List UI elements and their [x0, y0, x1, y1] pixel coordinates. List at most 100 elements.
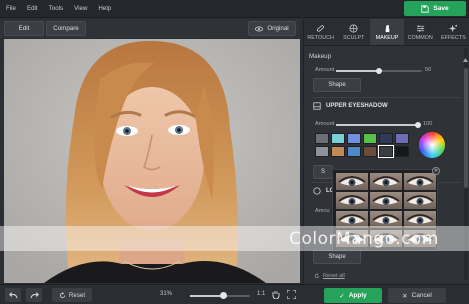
- eyeshadow-amount-slider[interactable]: [336, 121, 421, 128]
- color-swatch[interactable]: [347, 146, 361, 157]
- color-swatch[interactable]: [347, 133, 361, 144]
- color-swatch[interactable]: [315, 146, 329, 157]
- eyeshadow-icon: [313, 102, 321, 110]
- makeup-amount-slider[interactable]: [336, 67, 422, 74]
- cancel-label: Cancel: [411, 292, 432, 299]
- lipstick-icon: [385, 24, 389, 32]
- tab-makeup[interactable]: MAKEUP: [370, 19, 404, 45]
- cancel-button[interactable]: ✕ Cancel: [388, 288, 446, 303]
- apply-button[interactable]: ✓ Apply: [324, 288, 382, 303]
- tab-common[interactable]: COMMON: [404, 19, 437, 45]
- zoom-thumb[interactable]: [220, 292, 227, 299]
- slider-fill: [336, 70, 379, 72]
- reset-label: Reset: [68, 291, 86, 299]
- eyeshadow-swatches: [315, 133, 415, 158]
- shape-initial: S: [320, 169, 325, 175]
- color-swatch[interactable]: [331, 146, 345, 157]
- original-label: Original: [267, 25, 289, 32]
- compare-button[interactable]: Compare: [46, 21, 86, 36]
- scroll-up-icon[interactable]: [463, 58, 468, 62]
- close-icon: ✕: [402, 292, 408, 300]
- editor-toolbar: Edit Compare Original: [0, 19, 300, 38]
- stars-icon: [448, 24, 458, 32]
- eye-shape-option[interactable]: [336, 173, 368, 190]
- makeup-amount-label: Amount: [315, 67, 335, 73]
- lower-shape-button[interactable]: Shape: [313, 250, 361, 264]
- eye-shape-option[interactable]: [370, 192, 402, 209]
- upper-eyeshadow-title: UPPER EYESHADOW: [326, 103, 388, 109]
- slider-thumb[interactable]: [415, 121, 421, 128]
- color-swatch[interactable]: [395, 146, 409, 157]
- edit-button[interactable]: Edit: [4, 21, 44, 36]
- color-swatch[interactable]: [331, 133, 345, 144]
- tab-label: COMMON: [407, 34, 433, 41]
- redo-button[interactable]: [26, 288, 42, 302]
- color-swatch[interactable]: [378, 145, 394, 158]
- color-wheel-button[interactable]: [419, 132, 445, 158]
- tab-effects[interactable]: EFFECTS: [437, 19, 469, 45]
- apply-label: Apply: [348, 292, 367, 299]
- watermark-text: ColorMango.com: [289, 228, 439, 249]
- color-swatch[interactable]: [395, 133, 409, 144]
- scroll-thumb[interactable]: [464, 68, 468, 188]
- tab-retouch[interactable]: RETOUCH: [304, 19, 337, 45]
- zoom-level: 31%: [160, 291, 173, 297]
- menu-view[interactable]: View: [74, 5, 87, 12]
- reset-icon: [314, 273, 320, 279]
- bottom-bar: Reset 31% 1:1 ✓ Apply ✕ Cancel: [0, 284, 469, 304]
- reset-all-link[interactable]: Reset all: [314, 273, 345, 279]
- eyeshadow-shape-button[interactable]: S: [313, 165, 333, 179]
- tab-sculpt[interactable]: SCULPT: [337, 19, 370, 45]
- zoom-slider[interactable]: [190, 292, 250, 299]
- close-icon[interactable]: ✕: [432, 167, 440, 175]
- upper-eyeshadow-header: UPPER EYESHADOW: [313, 102, 388, 110]
- fit-screen-icon[interactable]: [287, 290, 296, 299]
- menu-help[interactable]: Help: [98, 5, 111, 12]
- makeup-shape-button[interactable]: Shape: [313, 78, 361, 92]
- tool-tabs: RETOUCH SCULPT MAKEUP COMMON EFFECTS: [304, 19, 469, 46]
- divider: [312, 97, 460, 98]
- slider-thumb[interactable]: [376, 67, 382, 74]
- eyeshadow-icon: [313, 187, 321, 195]
- color-swatch[interactable]: [363, 146, 377, 157]
- menu-edit[interactable]: Edit: [27, 5, 38, 12]
- tab-label: SCULPT: [343, 34, 365, 41]
- menu-file[interactable]: File: [6, 5, 16, 12]
- eyeshadow-amount-value: 100: [423, 121, 433, 127]
- color-swatch[interactable]: [379, 133, 393, 144]
- globe-icon: [349, 23, 358, 33]
- makeup-amount-value: 50: [425, 67, 432, 73]
- reset-button[interactable]: Reset: [52, 288, 92, 302]
- save-label: Save: [433, 5, 449, 12]
- undo-icon: [8, 291, 17, 298]
- actual-size-button[interactable]: 1:1: [257, 291, 265, 297]
- lower-amount-label: Amou: [315, 208, 330, 214]
- menu-bar: File Edit Tools View Help Save: [0, 0, 469, 18]
- eye-shape-option[interactable]: [370, 173, 402, 190]
- hand-icon[interactable]: [272, 290, 280, 299]
- floppy-icon: [421, 4, 430, 13]
- color-swatch[interactable]: [315, 133, 329, 144]
- zoom-fill: [190, 295, 223, 297]
- slider-fill: [336, 124, 418, 126]
- eye-icon: [255, 26, 264, 31]
- menu: File Edit Tools View Help: [0, 5, 111, 12]
- watermark-band: ColorMango.com: [0, 226, 469, 251]
- sliders-icon: [416, 24, 424, 32]
- tab-label: RETOUCH: [307, 34, 334, 41]
- tab-label: MAKEUP: [375, 34, 399, 41]
- eye-shape-option[interactable]: [404, 192, 436, 209]
- eyeshadow-amount-label: Amount: [315, 121, 335, 127]
- redo-icon: [30, 291, 39, 298]
- makeup-title: Makeup: [309, 53, 332, 60]
- color-swatch[interactable]: [363, 133, 377, 144]
- original-button[interactable]: Original: [248, 21, 296, 36]
- save-button[interactable]: Save: [404, 1, 466, 16]
- undo-button[interactable]: [5, 288, 21, 302]
- bandage-icon: [317, 24, 325, 32]
- menu-tools[interactable]: Tools: [49, 5, 63, 12]
- eye-shape-option[interactable]: [336, 192, 368, 209]
- reset-all-label: Reset all: [323, 273, 345, 279]
- eye-shape-option[interactable]: [404, 173, 436, 190]
- reset-icon: [59, 291, 65, 298]
